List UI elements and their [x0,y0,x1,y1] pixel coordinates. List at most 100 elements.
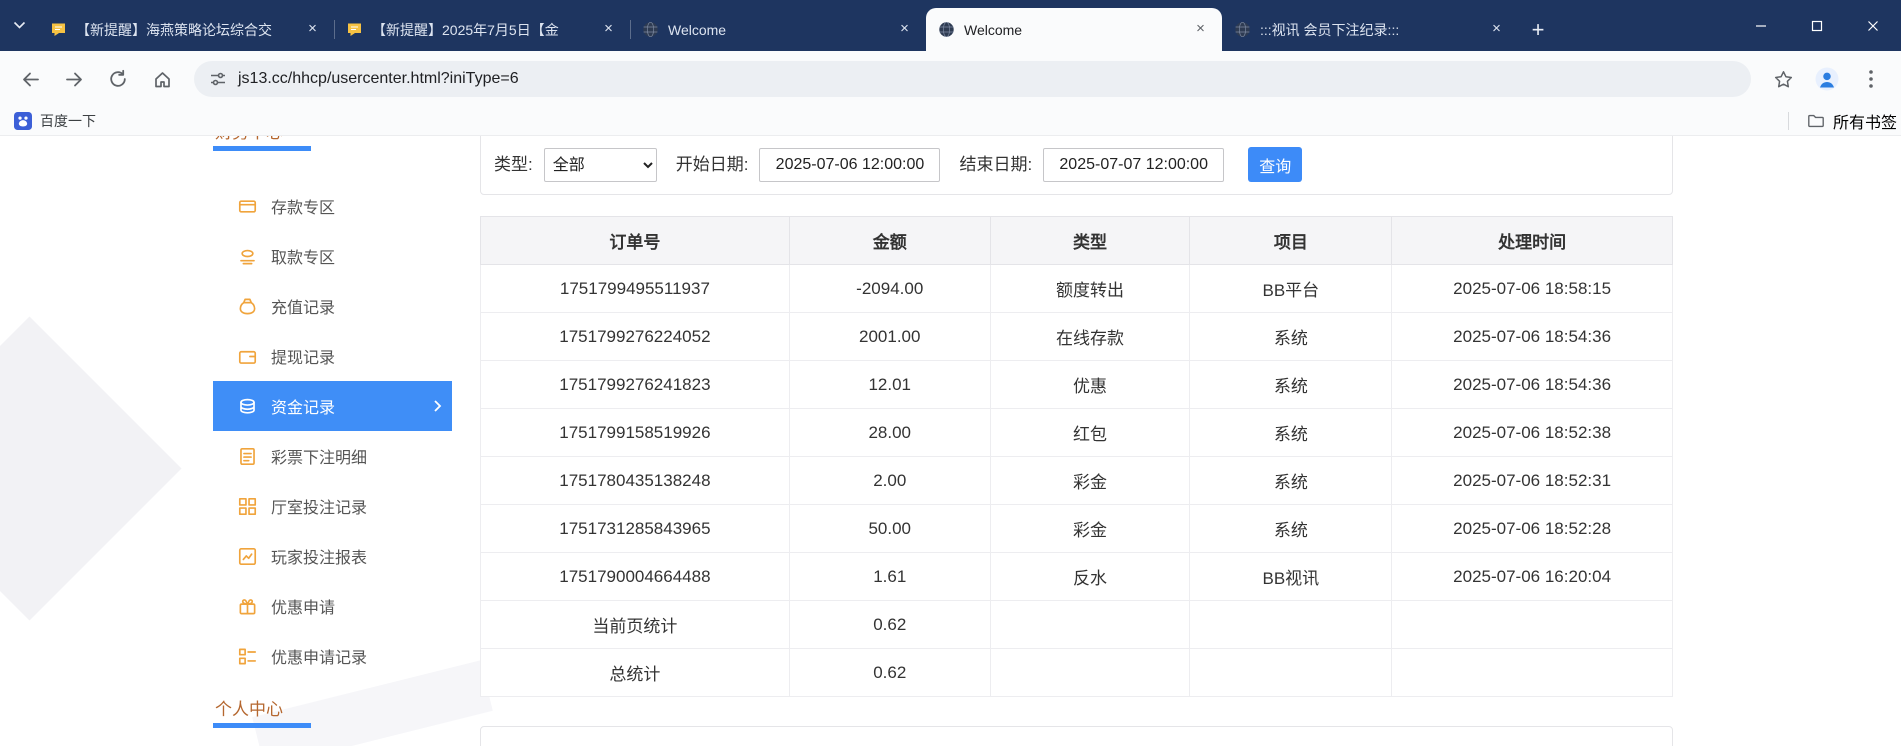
sidebar: 财务中心 存款专区取款专区充值记录提现记录资金记录彩票下注明细厅室投注记录玩家投… [213,136,452,728]
tab-close-icon[interactable]: × [599,20,618,39]
profile-avatar[interactable] [1807,59,1847,99]
sidebar-item[interactable]: 优惠申请记录 [213,631,452,681]
query-button[interactable]: 查询 [1248,147,1303,182]
sidebar-item-label: 优惠申请记录 [271,650,368,667]
wallet-icon [238,347,257,366]
table-cell: 2025-07-06 18:54:36 [1391,312,1673,361]
table-cell: BB平台 [1189,264,1393,313]
sidebar-section-personal: 个人中心 [215,700,283,719]
section-underline [213,723,311,728]
table-cell: 彩金 [989,504,1191,553]
tab-close-icon[interactable]: × [895,20,914,39]
arrow-right-icon [65,72,82,86]
sidebar-item[interactable]: 取款专区 [213,231,452,281]
table-cell: 系统 [1189,312,1393,361]
table-cell: 系统 [1189,504,1393,553]
table-cell [1391,600,1673,649]
report-icon [238,547,257,566]
table-cell: 0.62 [788,600,991,649]
sidebar-item[interactable]: 厅室投注记录 [213,481,452,531]
sidebar-item-label: 提现记录 [271,350,336,367]
tab-title: Welcome [668,21,727,38]
browser-tab[interactable]: Welcome × [630,8,926,51]
maximize-button[interactable] [1789,0,1845,51]
forward-button[interactable] [54,59,94,99]
browser-tab[interactable]: :::视讯 会员下注纪录::: × [1222,8,1518,51]
table-cell: 12.01 [788,360,991,409]
table-row: 1751799276224052 2001.00 在线存款 系统 2025-07-06 … [480,312,1673,361]
all-bookmarks-label: 所有书签 [1832,115,1897,132]
sidebar-section-finance: 财务中心 [213,136,452,143]
table-cell [989,600,1191,649]
sidebar-item[interactable]: 彩票下注明细 [213,431,452,481]
sidebar-item[interactable]: 提现记录 [213,331,452,381]
sidebar-menu: 存款专区 取款专区 充值记录 提现记录 资金记录 彩票下注明细 厅室投注记录 玩家投注报表 优惠… [213,181,452,681]
list-icon [238,647,257,666]
bookmark-star-button[interactable] [1763,59,1803,99]
start-date-input[interactable] [759,148,941,182]
column-header: 订单号 [480,216,790,265]
background-triangle-decoration [0,316,182,621]
minimize-button[interactable] [1733,0,1789,51]
url-text: js13.cc/hhcp/usercenter.html?iniType=6 [238,70,519,87]
url-bar[interactable]: js13.cc/hhcp/usercenter.html?iniType=6 [194,61,1751,97]
chevron-down-icon [13,21,25,29]
tab-close-icon[interactable]: × [1191,20,1210,39]
tab-close-icon[interactable]: × [1487,20,1506,39]
grid-icon [238,497,257,516]
sidebar-item-label: 取款专区 [271,250,336,267]
home-button[interactable] [142,59,182,99]
table-row: 1751799495511937 -2094.00 额度转出 BB平台 2025-07-… [480,264,1673,313]
section-underline [213,146,311,151]
sidebar-item[interactable]: 资金记录 [213,381,452,431]
browser-tab[interactable]: 【新提醒】2025年7月5日【金 × [334,8,630,51]
refresh-button[interactable] [98,59,138,99]
type-select[interactable]: 全部 [543,148,657,182]
sidebar-item[interactable]: 存款专区 [213,181,452,231]
all-bookmarks[interactable]: 所有书签 [1787,109,1897,133]
table-cell: 50.00 [788,504,991,553]
table-cell: 2025-07-06 18:58:15 [1391,264,1673,313]
pagination-panel [480,726,1673,746]
table-cell: 彩金 [989,456,1191,505]
back-button[interactable] [10,59,50,99]
filter-panel: 类型: 全部 开始日期: 结束日期: 查询 [480,136,1673,195]
table-row: 1751799158519926 28.00 红包 系统 2025-07-06 18:5… [480,408,1673,457]
browser-menu-button[interactable] [1851,59,1891,99]
bookmarks-bar: 百度一下 所有书签 [0,107,1901,136]
tab-title: Welcome [964,21,1023,38]
person-icon [1815,67,1839,91]
sidebar-item-label: 彩票下注明细 [271,450,368,467]
sidebar-item-label: 厅室投注记录 [271,500,368,517]
table-cell: 0.62 [788,648,991,697]
column-header: 项目 [1189,216,1393,265]
table-header-row: 订单号 金额 类型 项目 处理时间 [480,216,1673,265]
end-date-input[interactable] [1043,148,1225,182]
sidebar-item[interactable]: 优惠申请 [213,581,452,631]
table-cell: 1751799158519926 [480,408,790,457]
table-row: 总统计 0.62 [480,648,1673,697]
folder-icon [1808,114,1824,128]
window-controls [1733,0,1901,51]
coins-icon [238,397,257,416]
table-cell [1189,600,1393,649]
browser-tab[interactable]: Welcome × [926,8,1222,51]
globe-favicon [1234,21,1251,38]
bookmarks-divider [1787,112,1789,130]
close-button[interactable] [1845,0,1901,51]
bookmark-baidu[interactable]: 百度一下 [14,111,96,131]
sidebar-item[interactable]: 充值记录 [213,281,452,331]
start-date-label: 开始日期: [675,155,749,174]
browser-window: 【新提醒】海燕策略论坛综合交 × 【新提醒】2025年7月5日【金 × Welcome ×… [0,0,1901,746]
tab-close-icon[interactable]: × [303,20,322,39]
sidebar-item-label: 充值记录 [271,300,336,317]
column-header: 类型 [989,216,1191,265]
browser-tab[interactable]: 【新提醒】海燕策略论坛综合交 × [38,8,334,51]
table-cell [1391,648,1673,697]
table-row: 当前页统计 0.62 [480,600,1673,649]
sidebar-item[interactable]: 玩家投注报表 [213,531,452,581]
bag-icon [238,297,257,316]
hand-icon [238,247,257,266]
tab-search-button[interactable] [0,0,38,51]
new-tab-button[interactable]: + [1518,8,1558,51]
